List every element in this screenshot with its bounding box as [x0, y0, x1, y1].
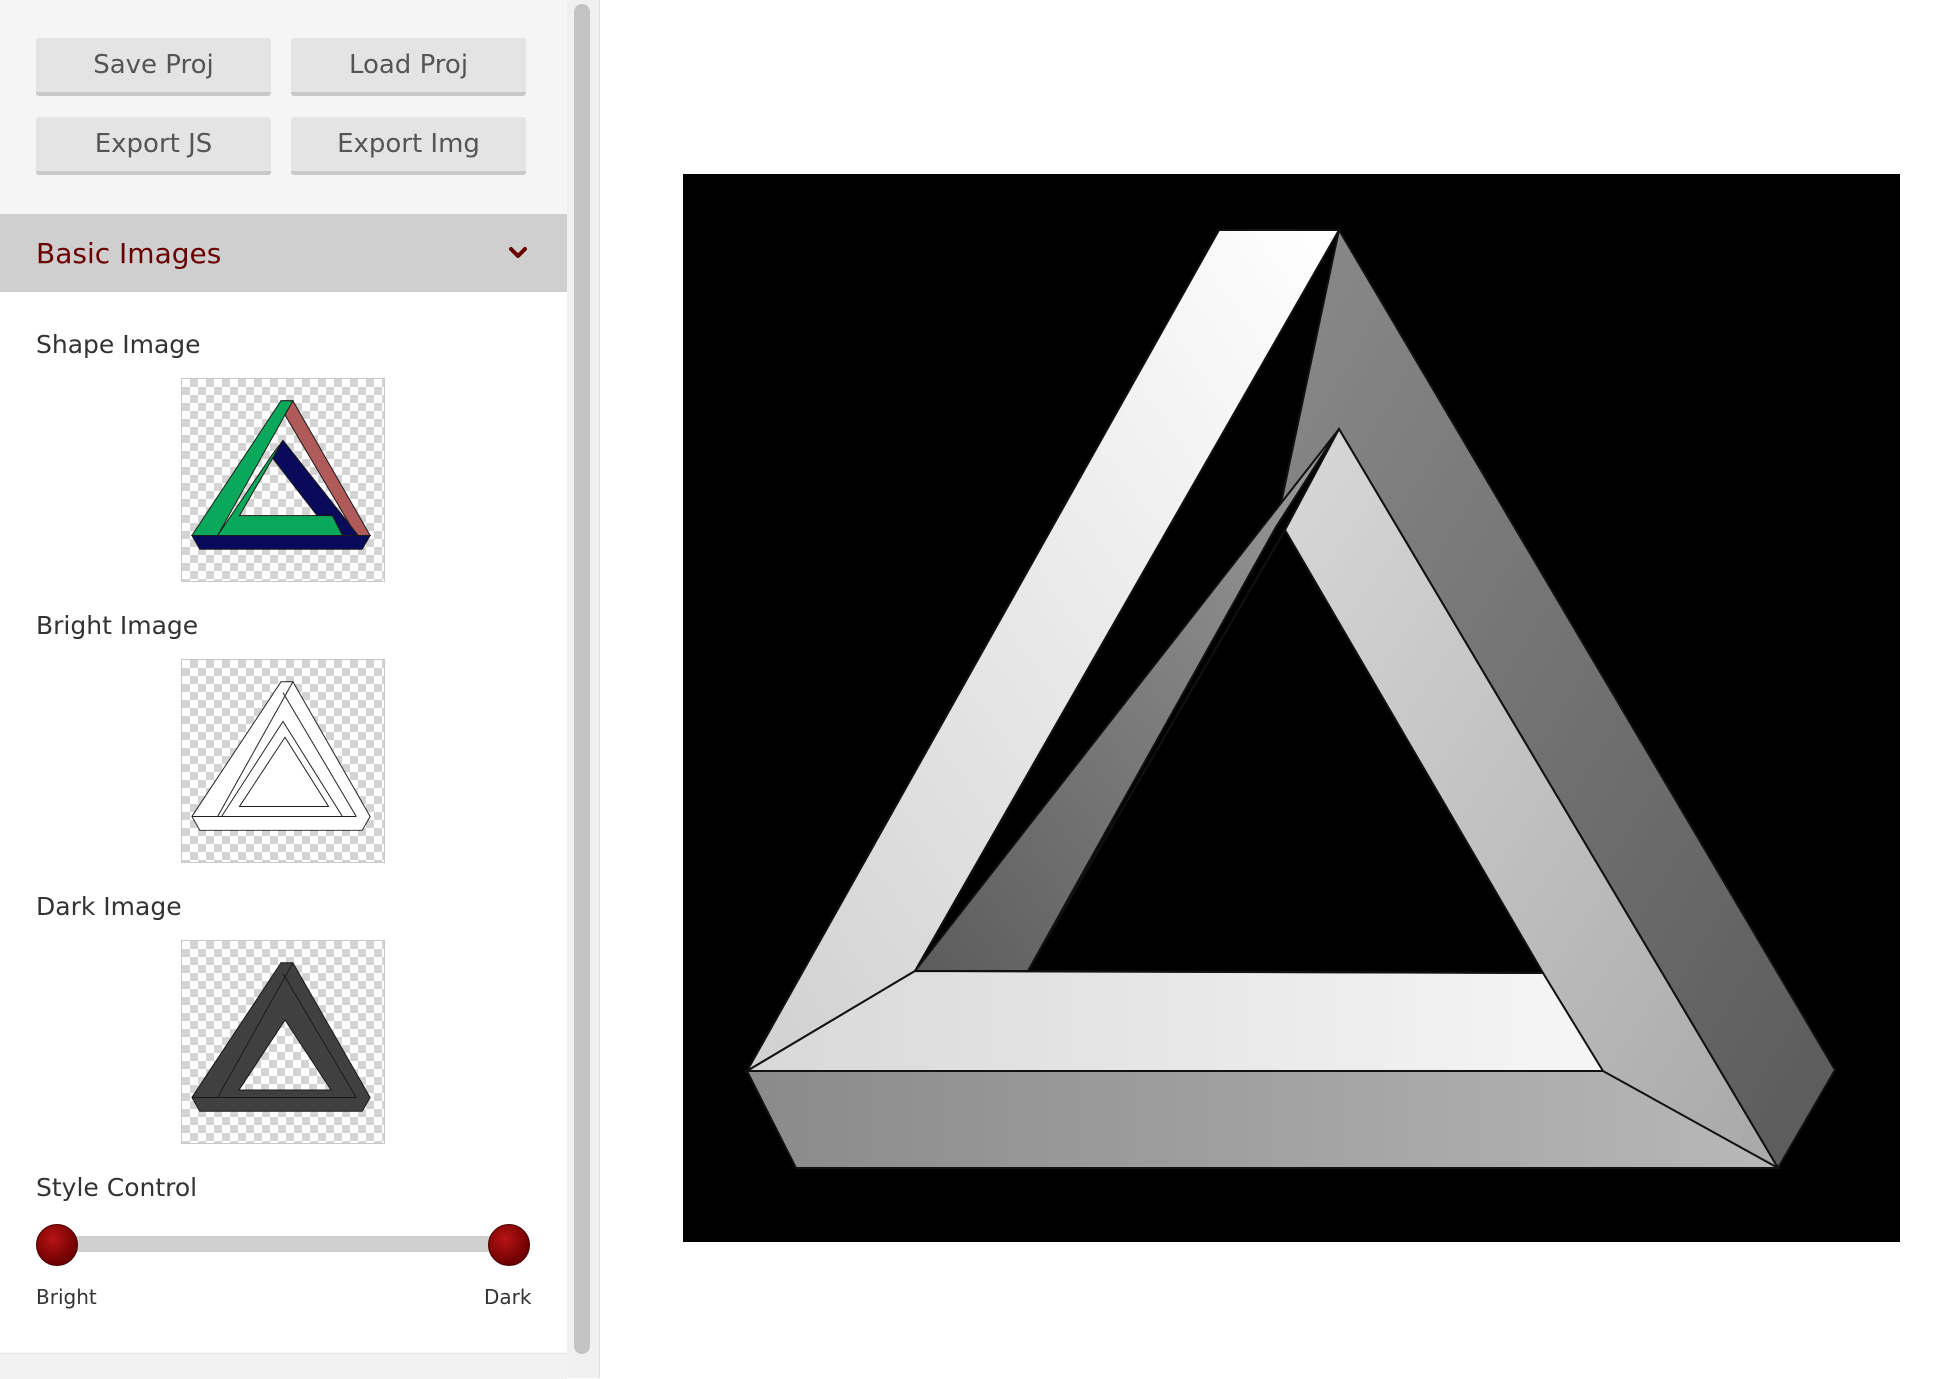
shape-image-label: Shape Image [36, 330, 201, 359]
dark-image-thumbnail[interactable] [181, 940, 385, 1144]
slider-handle-max[interactable] [488, 1224, 530, 1266]
render-canvas[interactable] [683, 174, 1900, 1242]
panel-scrollbar-thumb[interactable] [574, 4, 590, 1354]
slider-min-label: Bright [36, 1285, 97, 1309]
penrose-triangle-render [743, 227, 1837, 1170]
section-title: Basic Images [36, 236, 222, 270]
bright-image-label: Bright Image [36, 611, 199, 640]
dark-image-label: Dark Image [36, 892, 182, 921]
shape-triangle-image [190, 400, 371, 550]
bright-triangle-image [191, 681, 371, 831]
save-project-button[interactable]: Save Proj [36, 38, 271, 96]
export-image-button[interactable]: Export Img [291, 117, 526, 175]
slider-max-label: Dark [484, 1285, 532, 1309]
dark-triangle-image [191, 962, 371, 1112]
export-js-button[interactable]: Export JS [36, 117, 271, 175]
basic-images-section-header[interactable]: Basic Images [0, 214, 567, 292]
load-project-button[interactable]: Load Proj [291, 38, 526, 96]
style-control-label: Style Control [36, 1173, 198, 1202]
chevron-down-icon [509, 247, 527, 258]
panel-footer [0, 1353, 567, 1379]
style-slider-track[interactable] [56, 1236, 508, 1252]
bright-image-thumbnail[interactable] [181, 659, 385, 863]
slider-handle-min[interactable] [36, 1224, 78, 1266]
shape-image-thumbnail[interactable] [181, 378, 385, 582]
control-panel: Save Proj Load Proj Export JS Export Img… [0, 0, 567, 1353]
